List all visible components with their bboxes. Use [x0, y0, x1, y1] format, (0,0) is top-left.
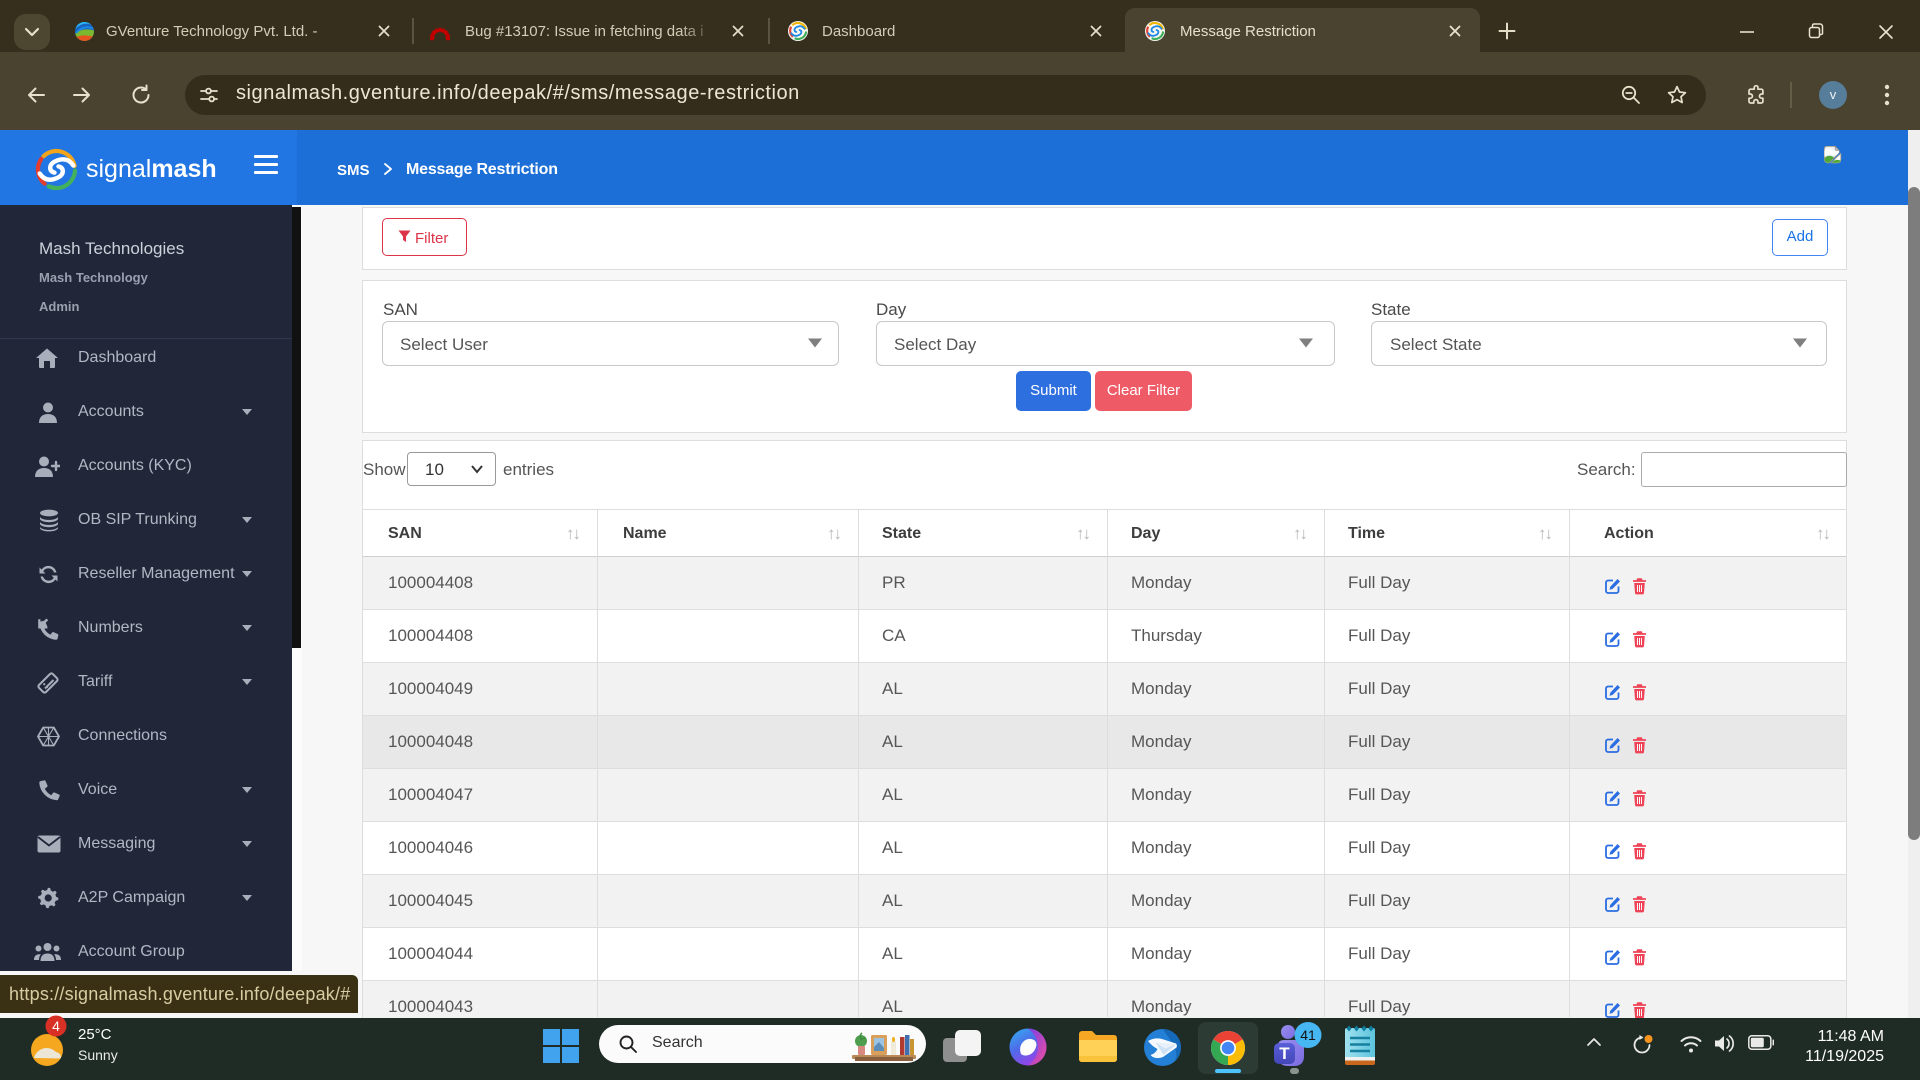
svg-text:T: T [1279, 1044, 1290, 1063]
svg-text:41: 41 [1300, 1027, 1316, 1043]
svg-text:4: 4 [52, 1018, 60, 1034]
